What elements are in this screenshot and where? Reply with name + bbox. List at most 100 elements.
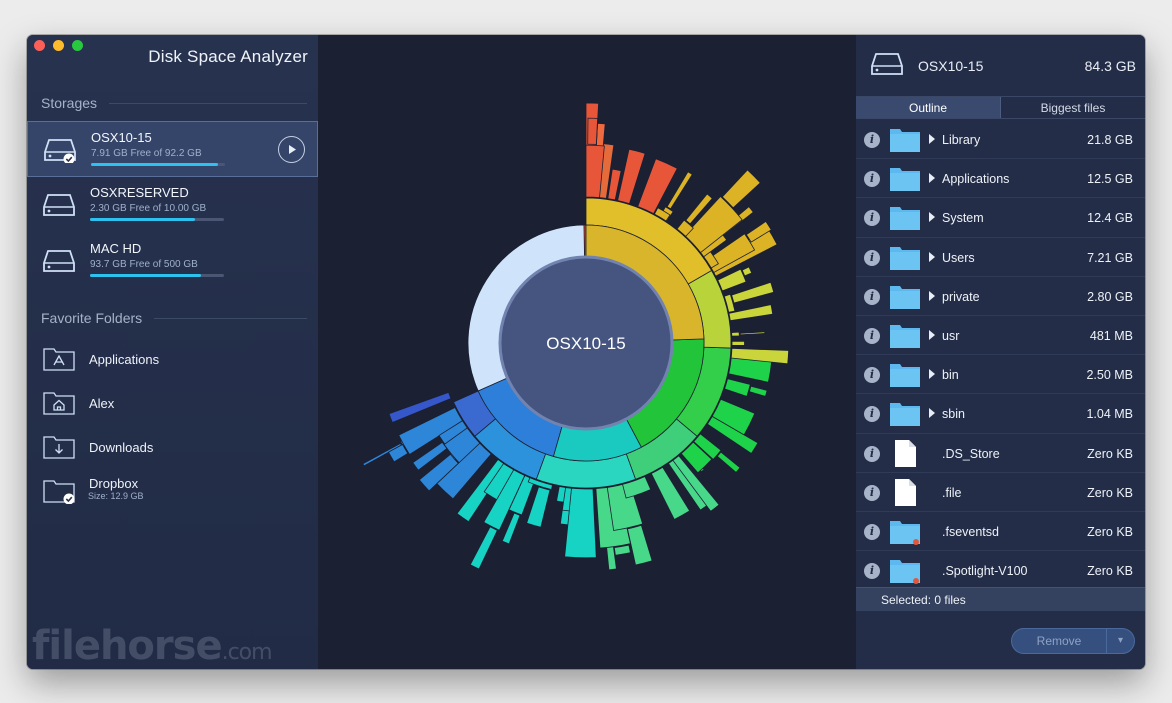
- disclosure-triangle-icon[interactable]: [929, 251, 935, 262]
- info-icon[interactable]: i: [864, 523, 880, 540]
- sunburst-segment[interactable]: [748, 385, 768, 397]
- minimize-window-button[interactable]: [53, 40, 64, 51]
- sunburst-segment[interactable]: [724, 378, 751, 397]
- item-name: .file: [942, 485, 962, 500]
- favorites-heading: Favorite Folders: [41, 310, 307, 326]
- sunburst-segment[interactable]: [739, 331, 766, 336]
- favorite-folder-name: Dropbox: [89, 476, 139, 491]
- folder-icon: [890, 520, 920, 545]
- outline-row[interactable]: i sbin 1.04 MB: [856, 394, 1145, 434]
- applications-folder-icon: [43, 348, 75, 371]
- item-size: 12.4 GB: [1087, 211, 1133, 226]
- item-size: Zero KB: [1087, 485, 1133, 500]
- sunburst-segment[interactable]: [587, 117, 599, 145]
- sunburst-segment[interactable]: [731, 340, 745, 346]
- favorite-folder-name: Alex: [89, 396, 115, 411]
- tab-biggest-files[interactable]: Biggest files: [1001, 97, 1145, 118]
- disclosure-triangle-icon[interactable]: [929, 369, 935, 380]
- storage-item[interactable]: OSXRESERVED 2.30 GB Free of 10.00 GB: [27, 177, 318, 233]
- outline-row[interactable]: i .fseventsd Zero KB: [856, 512, 1145, 552]
- window-controls: [34, 40, 83, 51]
- folder-icon: [890, 246, 920, 270]
- remove-control: Remove ▾: [1011, 628, 1135, 654]
- item-name: private: [942, 289, 980, 304]
- sunburst-segment[interactable]: [716, 451, 741, 473]
- info-icon[interactable]: i: [864, 288, 880, 305]
- item-name: bin: [942, 368, 959, 383]
- scan-play-button[interactable]: [278, 136, 305, 163]
- storage-item[interactable]: OSX10-15 7.91 GB Free of 92.2 GB: [27, 121, 318, 177]
- sunburst-segment[interactable]: [721, 169, 761, 209]
- item-name: usr: [942, 328, 960, 343]
- storage-usage-bar: [91, 163, 225, 166]
- outline-row[interactable]: i private 2.80 GB: [856, 277, 1145, 316]
- remove-options-dropdown[interactable]: ▾: [1106, 629, 1134, 653]
- info-icon[interactable]: i: [864, 327, 880, 344]
- selection-status: Selected: 0 files: [856, 587, 1145, 611]
- favorite-folder-item[interactable]: Alex: [27, 384, 318, 424]
- hard-disk-icon: [43, 250, 75, 272]
- zoom-window-button[interactable]: [72, 40, 83, 51]
- sunburst-segment[interactable]: [469, 526, 498, 570]
- favorite-folder-item[interactable]: Dropbox Size: 12.9 GB: [27, 472, 318, 512]
- disclosure-triangle-icon[interactable]: [929, 329, 935, 340]
- outline-row[interactable]: i Users 7.21 GB: [856, 238, 1145, 277]
- favorite-folder-name: Applications: [89, 352, 160, 367]
- dropbox-folder-icon: [43, 480, 75, 504]
- disclosure-triangle-icon[interactable]: [929, 173, 935, 184]
- info-icon[interactable]: i: [864, 171, 880, 188]
- outline-row[interactable]: i .Spotlight-V100 Zero KB: [856, 551, 1145, 591]
- hard-disk-icon: [871, 53, 903, 75]
- info-icon[interactable]: i: [864, 367, 880, 384]
- folder-icon: [890, 129, 920, 152]
- disclosure-triangle-icon[interactable]: [929, 290, 935, 301]
- favorite-folder-size: Size: 12.9 GB: [88, 491, 144, 501]
- sunburst-segment[interactable]: [627, 524, 653, 566]
- favorite-folder-item[interactable]: Applications: [27, 340, 318, 380]
- disk-size: 84.3 GB: [1084, 58, 1136, 74]
- info-icon[interactable]: i: [864, 406, 880, 423]
- info-icon[interactable]: i: [864, 249, 880, 266]
- selection-status-text: Selected: 0 files: [881, 593, 966, 607]
- storage-free-space: 7.91 GB Free of 92.2 GB: [91, 148, 202, 159]
- info-icon[interactable]: i: [864, 132, 880, 148]
- details-panel: OSX10-15 84.3 GB Outline Biggest files i…: [856, 35, 1145, 669]
- storage-name: MAC HD: [90, 241, 142, 256]
- outline-row[interactable]: i Applications 12.5 GB: [856, 159, 1145, 199]
- sunburst-segment[interactable]: [617, 148, 646, 205]
- close-window-button[interactable]: [34, 40, 45, 51]
- outline-row[interactable]: i .DS_Store Zero KB: [856, 434, 1145, 473]
- item-name: .DS_Store: [942, 446, 1000, 461]
- item-size: 2.80 GB: [1087, 289, 1133, 304]
- view-tabs: Outline Biggest files: [856, 96, 1145, 119]
- sunburst-segment[interactable]: [731, 331, 740, 337]
- disclosure-triangle-icon[interactable]: [929, 408, 935, 419]
- disk-header: OSX10-15 84.3 GB: [856, 35, 1145, 96]
- info-icon[interactable]: i: [864, 563, 880, 580]
- info-icon[interactable]: i: [864, 210, 880, 227]
- outline-row[interactable]: i bin 2.50 MB: [856, 355, 1145, 395]
- remove-button[interactable]: Remove: [1012, 629, 1106, 653]
- folder-icon: [890, 560, 920, 585]
- app-title: Disk Space Analyzer: [148, 47, 308, 66]
- sunburst-segment[interactable]: [728, 304, 774, 322]
- tab-outline[interactable]: Outline: [856, 97, 1001, 118]
- storage-item[interactable]: MAC HD 93.7 GB Free of 500 GB: [27, 233, 318, 289]
- disclosure-triangle-icon[interactable]: [929, 134, 935, 144]
- sunburst-segment[interactable]: [741, 266, 753, 277]
- outline-row[interactable]: i .file Zero KB: [856, 473, 1145, 512]
- outline-row[interactable]: i usr 481 MB: [856, 316, 1145, 356]
- outline-row[interactable]: i Library 21.8 GB: [856, 120, 1145, 160]
- favorite-folder-item[interactable]: Downloads: [27, 428, 318, 468]
- info-icon[interactable]: i: [864, 484, 880, 501]
- sunburst-chart[interactable]: OSX10-15: [318, 35, 856, 669]
- info-icon[interactable]: i: [864, 445, 880, 462]
- outline-row[interactable]: i System 12.4 GB: [856, 198, 1145, 238]
- item-name: Library: [942, 133, 981, 147]
- watermark: filehorse.com: [32, 623, 273, 669]
- folder-icon: [890, 285, 920, 309]
- disclosure-triangle-icon[interactable]: [929, 212, 935, 223]
- item-size: 21.8 GB: [1087, 133, 1133, 147]
- item-name: Applications: [942, 172, 1010, 187]
- item-size: 2.50 MB: [1086, 368, 1133, 383]
